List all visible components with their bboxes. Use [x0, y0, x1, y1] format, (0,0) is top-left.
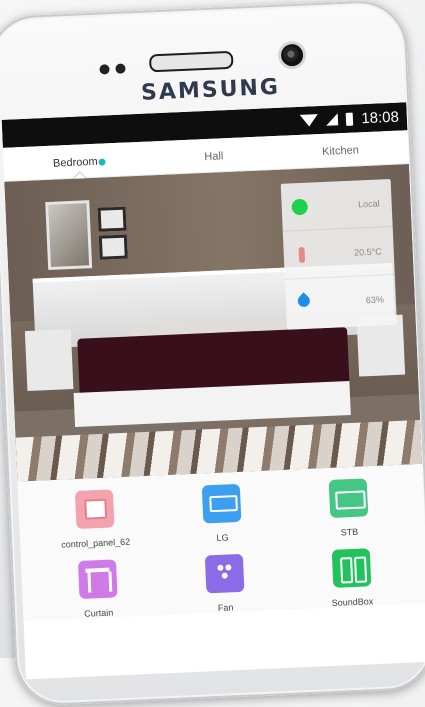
tab-label: Kitchen	[321, 144, 360, 158]
device-stb[interactable]: STB	[284, 476, 413, 539]
phone-device: SAMSUNG 18:08 Bedroom Hall Kitchen Local…	[0, 0, 425, 707]
brand-logo: SAMSUNG	[140, 74, 281, 106]
sensor-humidity-value: 63%	[365, 294, 385, 306]
device-grid: control_panel_62 LG STB Curtain Fan Soun…	[18, 476, 425, 622]
room-image: Local 20.5°C 63%	[4, 164, 423, 482]
sensor-status-row[interactable]: Local	[280, 179, 393, 232]
tab-bedroom[interactable]: Bedroom	[52, 155, 106, 187]
set-top-box-icon	[328, 478, 368, 518]
sensor-humidity-row[interactable]: 63%	[285, 275, 397, 328]
thermometer-icon	[293, 246, 310, 263]
device-label: Curtain	[84, 607, 114, 619]
device-control-panel[interactable]: control_panel_62	[30, 487, 159, 550]
device-label: Fan	[217, 602, 234, 613]
wall-picture	[98, 234, 128, 260]
device-label: SoundBox	[331, 596, 374, 608]
device-curtain[interactable]: Curtain	[33, 557, 162, 620]
active-dot-icon	[98, 158, 106, 166]
tab-label: Hall	[204, 150, 224, 164]
sensor-status-value: Local	[357, 198, 380, 209]
device-fan[interactable]: Fan	[160, 552, 289, 615]
device-lg[interactable]: LG	[157, 482, 286, 545]
device-label: LG	[216, 532, 229, 543]
tab-label: Bedroom	[52, 155, 98, 170]
tab-hall[interactable]: Hall	[204, 150, 223, 163]
sensor-dots	[99, 63, 126, 75]
control-panel-icon	[74, 489, 115, 530]
front-camera	[280, 43, 304, 67]
curtain-icon	[77, 559, 118, 599]
sensor-temperature-value: 20.5°C	[353, 245, 382, 258]
tab-kitchen[interactable]: Kitchen	[322, 144, 359, 158]
status-dot-icon	[291, 198, 309, 215]
speaker-icon	[331, 548, 371, 588]
wall-picture	[97, 206, 127, 232]
sensor-dot	[99, 64, 110, 75]
nightstand	[24, 329, 74, 392]
earpiece-speaker	[148, 50, 234, 73]
device-panel: control_panel_62 LG STB Curtain Fan Soun…	[17, 463, 425, 622]
status-time: 18:08	[360, 108, 400, 127]
device-soundbox[interactable]: SoundBox	[287, 546, 416, 609]
sensor-temperature-row[interactable]: 20.5°C	[282, 226, 395, 280]
sensor-dot	[115, 63, 126, 74]
sensor-panel: Local 20.5°C 63%	[280, 179, 397, 330]
device-label: STB	[340, 526, 359, 538]
phone-screen: 18:08 Bedroom Hall Kitchen Local 20.5°C …	[1, 102, 425, 680]
fan-icon	[204, 553, 244, 594]
air-conditioner-icon	[201, 483, 241, 524]
signal-icon	[326, 113, 339, 126]
battery-icon	[346, 112, 354, 126]
wifi-icon	[300, 114, 319, 127]
wall-picture	[45, 200, 93, 271]
water-drop-icon	[295, 292, 313, 312]
device-label: control_panel_62	[60, 536, 131, 550]
